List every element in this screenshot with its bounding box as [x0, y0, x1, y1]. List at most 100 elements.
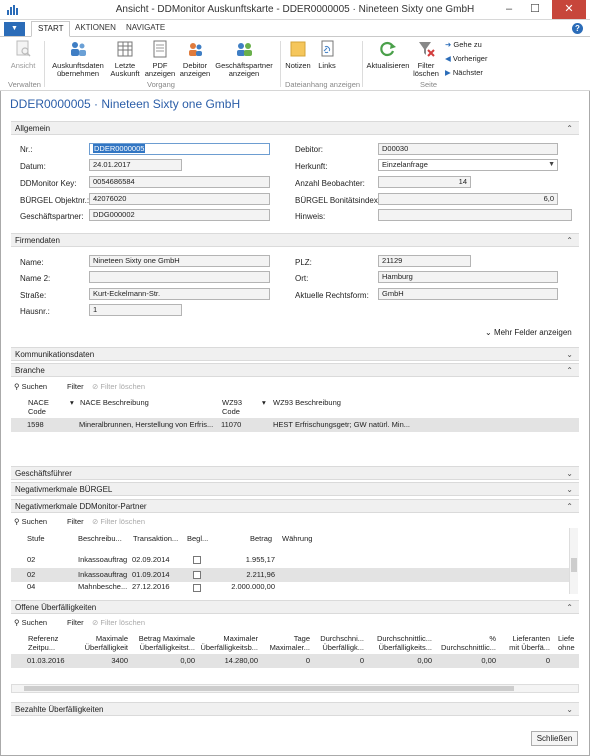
- col-wz93-beschreibung[interactable]: WZ93 Beschreibung: [273, 398, 341, 407]
- close-button[interactable]: Schließen: [531, 731, 578, 746]
- section-allgemein[interactable]: Allgemein ⌃: [11, 121, 579, 135]
- table-row[interactable]: 04 Mahnbesche... 27.12.2016 2.000.000,00: [11, 582, 569, 593]
- tab-start[interactable]: START: [31, 21, 71, 37]
- col-tage[interactable]: Tage Maximaler...: [268, 634, 310, 652]
- section-negativ-ddmonitor[interactable]: Negativmerkmale DDMonitor-Partner ⌃: [11, 499, 579, 513]
- col-max-betrag[interactable]: Maximaler Überfälligkeitsb...: [198, 634, 258, 652]
- pdf-button[interactable]: PDF anzeigen: [143, 40, 177, 78]
- col-durchschnitt-ueberfaelligkeits[interactable]: Durchschnittlic... Überfälligkeits...: [370, 634, 432, 652]
- offene-suchen-button[interactable]: ⚲ Suchen: [14, 618, 47, 627]
- negativ-suchen-button[interactable]: ⚲ Suchen: [14, 517, 47, 526]
- offene-horizontal-scrollbar[interactable]: [11, 684, 579, 693]
- section-geschaeftsfuehrer[interactable]: Geschäftsführer ⌄: [11, 466, 579, 480]
- scroll-thumb[interactable]: [24, 686, 514, 691]
- col-transaktion[interactable]: Transaktion...: [133, 534, 178, 543]
- table-row[interactable]: 02 Inkassoauftrag 02.09.2014 1.955,17: [11, 553, 569, 567]
- vorheriger-button[interactable]: ◀ Vorheriger: [445, 54, 487, 63]
- herkunft-select[interactable]: Einzelanfrage ▼: [378, 159, 558, 171]
- gehe-zu-button[interactable]: ➜ Gehe zu: [445, 40, 482, 49]
- aktualisieren-button[interactable]: Aktualisieren: [365, 40, 411, 70]
- cell-durchschnitt-1: 0: [359, 656, 364, 665]
- col-liefe-ohne[interactable]: Liefe ohne: [558, 634, 578, 652]
- help-icon[interactable]: ?: [572, 23, 583, 34]
- name-label: Name:: [20, 258, 44, 267]
- bonitaet-field[interactable]: 6,0: [378, 193, 558, 205]
- section-bezahlte[interactable]: Bezahlte Überfälligkeiten ⌄: [11, 702, 579, 716]
- ddmonitor-key-field[interactable]: 0054686584: [89, 176, 270, 188]
- nr-field[interactable]: DDER0000005: [89, 143, 270, 155]
- naechster-button[interactable]: ▶ Nächster: [445, 68, 483, 77]
- goto-arrow-icon: ➜: [445, 40, 452, 49]
- debitor-field[interactable]: D00030: [378, 143, 558, 155]
- herkunft-label: Herkunft:: [295, 162, 328, 171]
- cell-betrag-max: 0,00: [180, 656, 195, 665]
- offene-filter-button[interactable]: Filter: [67, 618, 84, 627]
- negativ-filter-button[interactable]: Filter: [67, 517, 84, 526]
- filter-loeschen-label: Filter löschen: [413, 61, 439, 78]
- branche-suchen-button[interactable]: ⚲ Suchen: [14, 382, 47, 391]
- col-nace-code[interactable]: NACE Code: [28, 398, 68, 416]
- branche-filter-button[interactable]: Filter: [67, 382, 84, 391]
- datum-field[interactable]: 24.01.2017: [89, 159, 182, 171]
- rechtsform-field[interactable]: GmbH: [378, 288, 558, 300]
- col-lieferanten[interactable]: Lieferanten mit Überfä...: [502, 634, 550, 652]
- ort-field[interactable]: Hamburg: [378, 271, 558, 283]
- plz-field[interactable]: 21129: [378, 255, 471, 267]
- chevron-down-icon: ⌄: [485, 328, 492, 337]
- hinweis-field[interactable]: [378, 209, 572, 221]
- section-offene[interactable]: Offene Überfälligkeiten ⌃: [11, 600, 579, 614]
- table-row[interactable]: 02 Inkassoauftrag 01.09.2014 2.211,96: [11, 568, 569, 582]
- col-betrag-max[interactable]: Betrag Maximale Überfälligkeitst...: [133, 634, 195, 652]
- table-row[interactable]: 1598 Mineralbrunnen, Herstellung von Erf…: [11, 418, 579, 432]
- strasse-field[interactable]: Kurt-Eckelmann-Str.: [89, 288, 270, 300]
- offene-filter-loeschen-button[interactable]: ⊘ Filter löschen: [92, 618, 145, 627]
- close-window-button[interactable]: ✕: [552, 0, 586, 19]
- col-max-ueberfaelligkeit[interactable]: Maximale Überfälligkeit: [84, 634, 128, 652]
- col-nace-beschreibung[interactable]: NACE Beschreibung: [80, 398, 149, 407]
- objektnr-field[interactable]: 42076020: [89, 193, 270, 205]
- table-row[interactable]: 01.03.2016 3400 0,00 14.280,00 0 0 0,00 …: [11, 654, 579, 668]
- links-button[interactable]: Links: [314, 40, 340, 70]
- scroll-thumb[interactable]: [571, 558, 577, 572]
- name2-field[interactable]: [89, 271, 270, 283]
- negativ-filter-loeschen-button[interactable]: ⊘ Filter löschen: [92, 517, 145, 526]
- begl-checkbox[interactable]: [193, 571, 201, 579]
- auskunftsdaten-button[interactable]: Auskunftsdaten übernehmen: [49, 40, 107, 78]
- section-firmendaten[interactable]: Firmendaten ⌃: [11, 233, 579, 247]
- col-beschreibung[interactable]: Beschreibu...: [78, 534, 122, 543]
- ansicht-button[interactable]: Ansicht: [8, 40, 38, 70]
- tab-aktionen[interactable]: AKTIONEN: [75, 23, 116, 32]
- section-kommunikationsdaten[interactable]: Kommunikationsdaten ⌄: [11, 347, 579, 361]
- name-field[interactable]: Nineteen Sixty one GmbH: [89, 255, 270, 267]
- cell-beschreibung: Inkassoauftrag: [78, 555, 128, 564]
- minimize-button[interactable]: –: [496, 0, 522, 19]
- clear-filter-icon: ⊘: [92, 618, 99, 627]
- col-betrag[interactable]: Betrag: [250, 534, 272, 543]
- beobachter-field[interactable]: 14: [378, 176, 471, 188]
- hausnr-field[interactable]: 1: [89, 304, 182, 316]
- debitor-button[interactable]: Debitor anzeigen: [178, 40, 212, 78]
- section-negativ-buergel[interactable]: Negativmerkmale BÜRGEL ⌄: [11, 482, 579, 496]
- begl-checkbox[interactable]: [193, 556, 201, 564]
- section-branche[interactable]: Branche ⌃: [11, 363, 579, 377]
- col-prozent-durchschnitt[interactable]: % Durchschnittlic...: [436, 634, 496, 652]
- file-menu-button[interactable]: ▼: [4, 22, 25, 36]
- col-waehrung[interactable]: Währung: [282, 534, 312, 543]
- letzte-auskunft-button[interactable]: Letzte Auskunft: [108, 40, 142, 78]
- begl-checkbox[interactable]: [193, 584, 201, 592]
- tab-navigate[interactable]: NAVIGATE: [126, 23, 165, 32]
- branche-filter-loeschen-button[interactable]: ⊘ Filter löschen: [92, 382, 145, 391]
- col-begl[interactable]: Begl...: [187, 534, 208, 543]
- notizen-button[interactable]: Notizen: [284, 40, 312, 70]
- col-referenz[interactable]: Referenz Zeitpu...: [28, 634, 60, 652]
- col-wz93-code[interactable]: WZ93 Code: [222, 398, 252, 416]
- negativ-vertical-scrollbar[interactable]: [569, 528, 578, 594]
- suchen-label: Suchen: [21, 517, 48, 526]
- geschaeftspartner-button[interactable]: Geschäftspartner anzeigen: [213, 40, 275, 78]
- geschaeftspartner-field[interactable]: DDG000002: [89, 209, 270, 221]
- col-stufe[interactable]: Stufe: [27, 534, 45, 543]
- filter-loeschen-button[interactable]: Filter löschen: [411, 40, 441, 78]
- more-fields-link[interactable]: ⌄ Mehr Felder anzeigen: [485, 328, 572, 337]
- maximize-button[interactable]: ☐: [522, 0, 548, 19]
- col-durchschnitt-ueberfaelligk[interactable]: Durchschni... Überfälligk...: [316, 634, 364, 652]
